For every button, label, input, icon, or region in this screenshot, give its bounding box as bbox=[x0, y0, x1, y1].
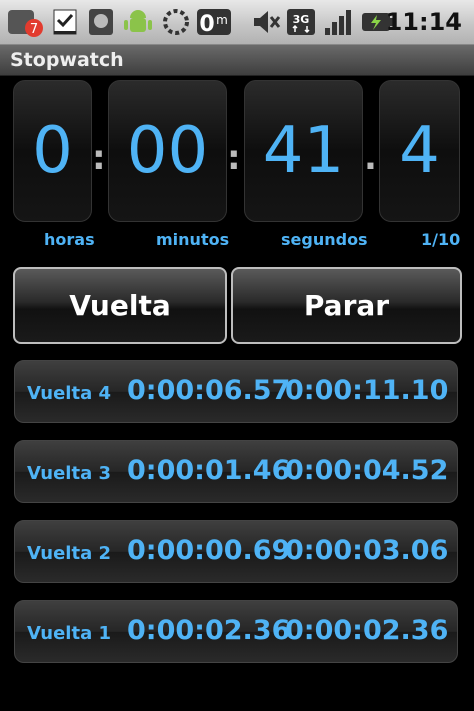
lap-row: Vuelta 4 0:00:06.57 0:00:11.10 bbox=[14, 360, 458, 423]
hours-display: 0 bbox=[13, 80, 92, 222]
minutes-label: minutos bbox=[156, 230, 230, 249]
separator-colon: : bbox=[227, 138, 241, 178]
android-debug-icon bbox=[124, 10, 152, 32]
lap-time: 0:00:01.46 bbox=[127, 455, 291, 486]
zero-m-icon: 0 m bbox=[197, 9, 231, 37]
status-clock: 11:14 bbox=[385, 8, 462, 36]
tenths-display: 4 bbox=[379, 80, 460, 222]
svg-text:7: 7 bbox=[30, 22, 38, 37]
lap-total-time: 0:00:04.52 bbox=[285, 455, 449, 486]
svg-text:m: m bbox=[216, 13, 228, 27]
seconds-label: segundos bbox=[281, 230, 368, 249]
lap-label: Vuelta 4 bbox=[27, 383, 112, 404]
lap-row: Vuelta 2 0:00:00.69 0:00:03.06 bbox=[14, 520, 458, 583]
loading-icon bbox=[163, 9, 189, 35]
app-notification-icon: 7 bbox=[8, 10, 43, 37]
sd-card-icon bbox=[89, 9, 113, 35]
tenths-label: 1/10 bbox=[421, 230, 461, 249]
seconds-display: 41 bbox=[244, 80, 363, 222]
separator-colon: : bbox=[92, 138, 106, 178]
download-done-icon bbox=[53, 9, 77, 35]
lap-time: 0:00:02.36 bbox=[127, 615, 291, 646]
lap-row: Vuelta 1 0:00:02.36 0:00:02.36 bbox=[14, 600, 458, 663]
app-title: Stopwatch bbox=[10, 49, 124, 71]
lap-label: Vuelta 3 bbox=[27, 463, 112, 484]
stop-button[interactable]: Parar bbox=[231, 267, 462, 344]
minutes-display: 00 bbox=[108, 80, 227, 222]
svg-text:3G: 3G bbox=[293, 13, 310, 26]
lap-total-time: 0:00:02.36 bbox=[285, 615, 449, 646]
status-bar: 7 0 m 3G 11:14 bbox=[0, 0, 474, 45]
lap-total-time: 0:00:11.10 bbox=[285, 375, 449, 406]
hours-label: horas bbox=[44, 230, 95, 249]
lap-row: Vuelta 3 0:00:01.46 0:00:04.52 bbox=[14, 440, 458, 503]
lap-button[interactable]: Vuelta bbox=[13, 267, 227, 344]
lap-time: 0:00:00.69 bbox=[127, 535, 291, 566]
svg-text:0: 0 bbox=[199, 12, 214, 37]
lap-total-time: 0:00:03.06 bbox=[285, 535, 449, 566]
signal-icon bbox=[325, 10, 351, 35]
lap-time: 0:00:06.57 bbox=[127, 375, 291, 406]
mute-icon bbox=[254, 11, 281, 33]
title-bar: Stopwatch bbox=[0, 45, 474, 76]
lap-label: Vuelta 2 bbox=[27, 543, 112, 564]
3g-icon: 3G bbox=[287, 9, 315, 35]
separator-dot: . bbox=[364, 138, 377, 178]
lap-label: Vuelta 1 bbox=[27, 623, 112, 644]
